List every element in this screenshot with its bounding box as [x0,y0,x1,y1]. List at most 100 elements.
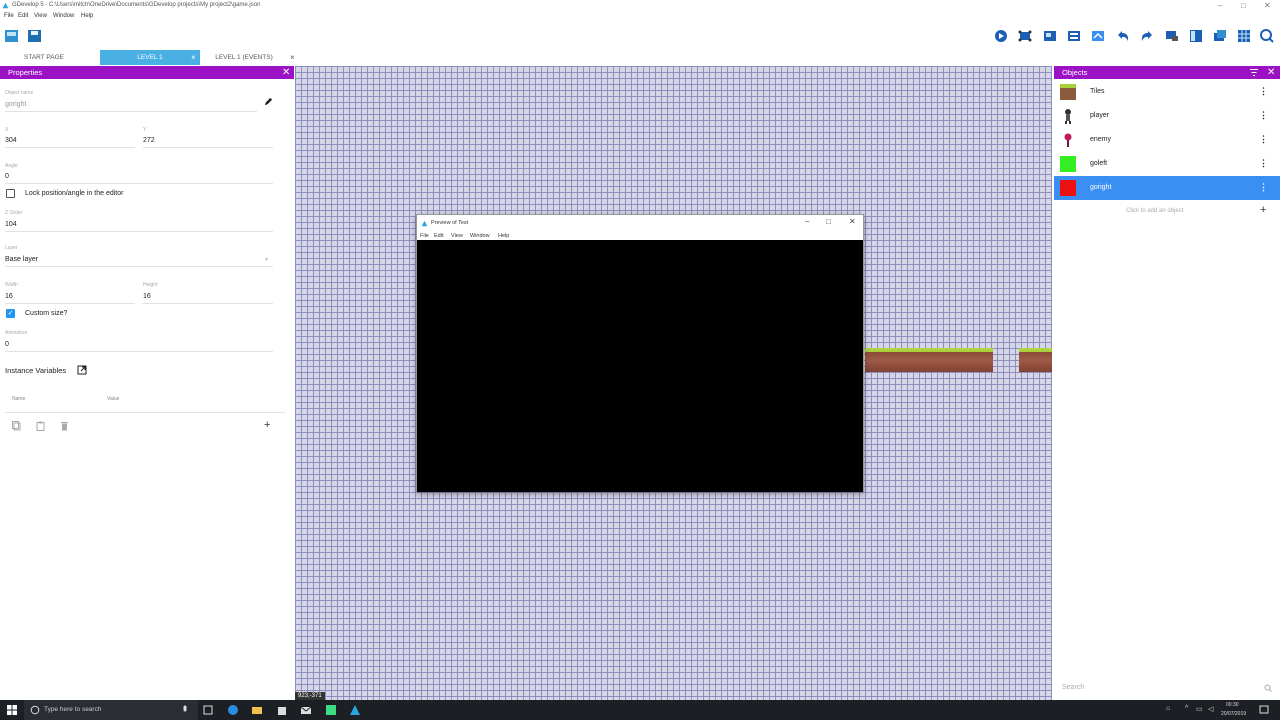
preview-menu-help[interactable]: Help [498,233,509,239]
zoom-icon[interactable] [1259,29,1275,43]
volume-icon[interactable]: ▭ [1196,705,1203,713]
tab-level-1[interactable]: LEVEL 1 [100,50,200,65]
more-vertical-icon[interactable]: ⋮ [1259,182,1268,193]
object-name-field[interactable]: goright [5,101,26,108]
edit-objects-icon[interactable] [1212,29,1228,43]
preview-minimize-button[interactable]: – [805,217,809,226]
more-vertical-icon[interactable]: ⋮ [1259,158,1268,169]
preview-menu-edit[interactable]: Edit [434,233,443,239]
open-external-icon[interactable] [77,365,87,375]
chevron-up-icon[interactable]: ^ [1185,705,1188,712]
object-item-player[interactable]: player ⋮ [1054,104,1280,128]
object-name: player [1090,112,1110,119]
preview-menu-window[interactable]: Window [470,233,490,239]
delete-icon[interactable] [60,421,69,431]
grid-toggle-icon[interactable] [1236,29,1252,43]
tab-close-button[interactable]: × [191,50,196,65]
animation-field[interactable]: 0 [5,341,9,348]
preview-menu-file[interactable]: File [420,233,429,239]
object-item-goright[interactable]: goright ⋮ [1054,176,1280,200]
minimize-button[interactable]: – [1218,1,1222,10]
z-order-label: Z Order [5,210,23,216]
edge-browser-icon[interactable] [227,704,239,716]
layout-icon[interactable] [1188,29,1204,43]
main-toolbar [0,24,1280,48]
clock-date[interactable]: 20/07/2019 [1221,711,1246,717]
menu-edit[interactable]: Edit [18,13,28,19]
maximize-button[interactable]: □ [1241,1,1246,10]
speaker-icon[interactable]: ◁ [1208,705,1213,713]
x-field[interactable]: 304 [5,137,17,144]
angle-field[interactable]: 0 [5,173,9,180]
windows-start-icon[interactable] [6,704,18,716]
chevron-down-icon[interactable]: ▾ [265,256,268,263]
tab-label: LEVEL 1 [137,54,163,61]
file-explorer-icon[interactable] [251,704,263,716]
object-groups-icon[interactable] [1042,29,1058,43]
menu-help[interactable]: Help [81,13,93,19]
instances-list-icon[interactable] [1066,29,1082,43]
gdevelop-taskbar-icon[interactable] [349,704,361,716]
custom-size-checkbox[interactable]: ✓ [6,309,15,318]
close-panel-button[interactable]: ✕ [1267,66,1275,79]
object-item-goleft[interactable]: goleft ⋮ [1054,152,1280,176]
preview-window[interactable]: Preview of Test – □ ✕ File Edit View Win… [416,214,864,492]
height-field[interactable]: 16 [143,293,151,300]
search-icon[interactable] [1264,684,1272,692]
object-item-enemy[interactable]: enemy ⋮ [1054,128,1280,152]
paste-icon[interactable] [36,421,45,431]
preview-title: Preview of Test [431,220,469,226]
task-view-icon[interactable] [202,704,214,716]
close-window-button[interactable]: ✕ [1264,1,1271,10]
network-icon[interactable]: ⌂ [1166,705,1170,712]
layers-icon[interactable] [1090,29,1106,43]
microphone-icon[interactable] [182,705,188,715]
android-studio-icon[interactable] [325,704,337,716]
save-icon[interactable] [27,29,43,43]
grass-platform-tile[interactable] [865,348,993,372]
tab-level-1-events[interactable]: LEVEL 1 (EVENTS) [200,50,288,65]
object-search[interactable]: Search [1054,680,1280,698]
tab-start-page[interactable]: START PAGE [0,50,88,65]
lock-position-checkbox[interactable] [6,189,15,198]
close-panel-button[interactable]: ✕ [282,66,290,79]
menu-file[interactable]: File [4,13,14,19]
object-item-tiles[interactable]: Tiles ⋮ [1054,80,1280,104]
more-vertical-icon[interactable]: ⋮ [1259,86,1268,97]
project-manager-icon[interactable] [4,29,20,43]
taskbar-search-box[interactable]: Type here to search [24,700,198,720]
grid-settings-icon[interactable] [1164,29,1180,43]
undo-icon[interactable] [1115,29,1131,43]
redo-icon[interactable] [1139,29,1155,43]
preview-close-button[interactable]: ✕ [849,217,856,226]
z-order-field[interactable]: 104 [5,221,17,228]
add-object-button[interactable]: + [1260,204,1266,216]
more-vertical-icon[interactable]: ⋮ [1259,134,1268,145]
x-label: X [5,127,9,133]
clock-time[interactable]: 00:30 [1226,702,1239,708]
add-variable-button[interactable]: + [264,419,270,431]
edit-pencil-icon[interactable] [264,97,273,106]
add-object-hint[interactable]: Click to add an object [1126,208,1183,214]
width-field[interactable]: 16 [5,293,13,300]
preview-menu-view[interactable]: View [451,233,463,239]
preview-game-screen[interactable] [417,240,863,492]
copy-icon[interactable] [12,421,21,431]
layer-select[interactable]: Base layer [5,256,38,263]
menu-window[interactable]: Window [53,13,74,19]
network-preview-icon[interactable] [1017,29,1033,43]
mail-icon[interactable] [300,704,312,716]
tab-close-button[interactable]: × [290,50,295,65]
objects-panel: Objects ✕ Tiles ⋮ player ⋮ enemy ⋮ golef… [1054,66,1280,700]
store-icon[interactable] [276,704,288,716]
notifications-icon[interactable] [1258,704,1270,716]
grass-platform-tile[interactable] [1019,348,1052,372]
preview-maximize-button[interactable]: □ [826,217,831,226]
y-field[interactable]: 272 [143,137,155,144]
menu-view[interactable]: View [34,13,47,19]
taskbar-search-input[interactable]: Type here to search [44,706,101,713]
more-vertical-icon[interactable]: ⋮ [1259,110,1268,121]
preview-play-icon[interactable] [993,29,1009,43]
search-input[interactable]: Search [1062,684,1084,691]
filter-icon[interactable] [1250,69,1258,76]
